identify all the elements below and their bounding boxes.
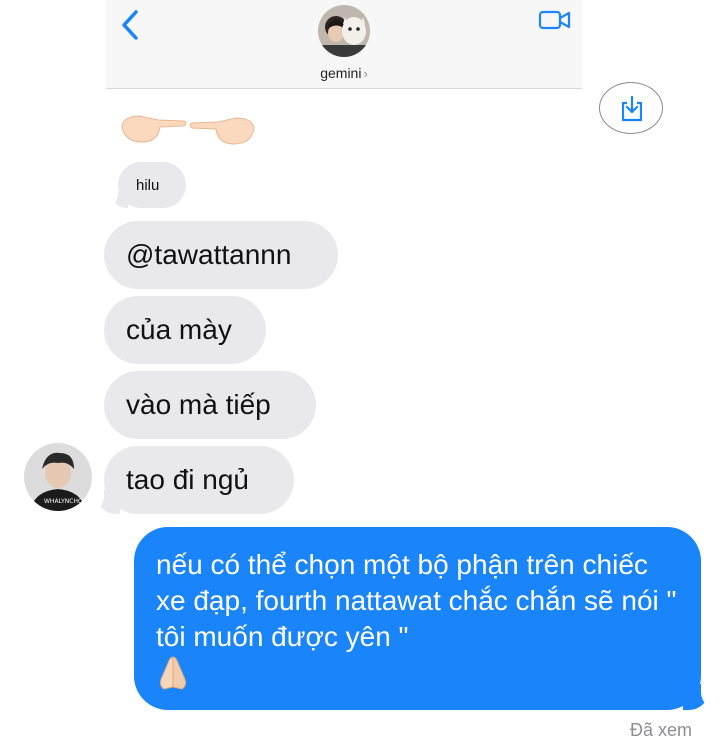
sent-message-bubble[interactable]: nếu có thể chọn một bộ phận trên chiếc x… — [134, 527, 719, 710]
message-text: của mày — [126, 314, 232, 345]
message-bubble[interactable]: @tawattannn — [104, 221, 338, 289]
sender-avatar[interactable]: WHALYNCHO — [24, 443, 92, 511]
contact-name-row[interactable]: gemini › — [106, 65, 582, 81]
contact-name: gemini — [320, 65, 362, 81]
back-button[interactable] — [116, 8, 146, 42]
message-text: tao đi ngủ — [126, 464, 249, 495]
message-bubble-small[interactable]: hilu — [104, 162, 186, 208]
video-call-button[interactable] — [538, 8, 572, 32]
pointing-fingers-icon — [121, 115, 255, 145]
message-text: @tawattannn — [126, 239, 292, 270]
svg-text:WHALYNCHO: WHALYNCHO — [44, 498, 83, 505]
save-button[interactable] — [599, 82, 663, 134]
read-receipt: Đã xem — [629, 720, 692, 740]
emoji-message[interactable]: 👉👈 — [118, 98, 258, 158]
message-text: nếu có thể chọn một bộ phận trên chiếc x… — [156, 549, 677, 652]
video-camera-icon — [538, 10, 571, 30]
message-bubble[interactable]: vào mà tiếp — [104, 371, 316, 439]
message-text: vào mà tiếp — [126, 389, 271, 420]
message-bubble[interactable]: của mày — [104, 296, 266, 364]
chevron-left-icon — [122, 10, 138, 40]
conversation-header: gemini › — [106, 0, 582, 89]
message-bubble[interactable]: tao đi ngủ — [86, 446, 294, 514]
download-tray-icon — [621, 95, 643, 122]
contact-avatar[interactable] — [318, 5, 370, 57]
praying-hands-icon — [156, 655, 190, 700]
chevron-right-icon: › — [363, 66, 368, 81]
message-text: hilu — [136, 176, 160, 194]
